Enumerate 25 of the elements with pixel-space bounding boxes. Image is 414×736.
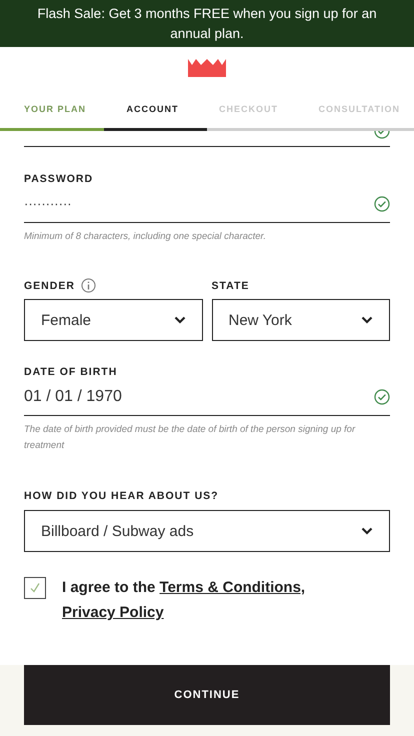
field-label: GENDER — [24, 280, 75, 292]
field-label: DATE OF BIRTH — [24, 366, 118, 378]
chevron-down-icon — [361, 527, 373, 535]
agree-text: I agree to the Terms & Conditions, Privacy Policy — [62, 578, 306, 623]
field-label: PASSWORD — [24, 173, 94, 185]
privacy-link[interactable]: Privacy Policy — [62, 604, 164, 621]
crown-logo — [188, 59, 226, 77]
info-icon[interactable] — [80, 278, 96, 293]
terms-link[interactable]: Terms & Conditions, — [160, 579, 306, 596]
chevron-down-icon — [174, 316, 186, 324]
promo-banner: Flash Sale: Get 3 months FREE when you sign up for an annual plan. — [0, 0, 414, 47]
birth-date-field[interactable]: 01 / 01 / 1970 — [24, 378, 390, 416]
chevron-down-icon — [361, 316, 373, 324]
field-label: STATE — [212, 280, 250, 292]
hint-text: Minimum of 8 characters, including one special character. — [24, 230, 268, 244]
source-select[interactable]: Billboard / Subway ads — [24, 510, 390, 552]
gender-select[interactable]: Female — [24, 299, 202, 341]
checkmark-icon — [29, 582, 41, 594]
continue-button[interactable]: CONTINUE — [24, 665, 390, 725]
agree-checkbox[interactable] — [24, 577, 46, 599]
hint-text: The date of birth provided must be the date of birth of the person signing up for treatment — [24, 423, 356, 453]
field-label: HOW DID YOU HEAR ABOUT US? — [24, 490, 220, 502]
password-field[interactable]: ··········· — [24, 185, 390, 223]
step-tab[interactable]: ACCOUNT — [126, 104, 178, 114]
state-select[interactable]: New York — [212, 299, 390, 341]
